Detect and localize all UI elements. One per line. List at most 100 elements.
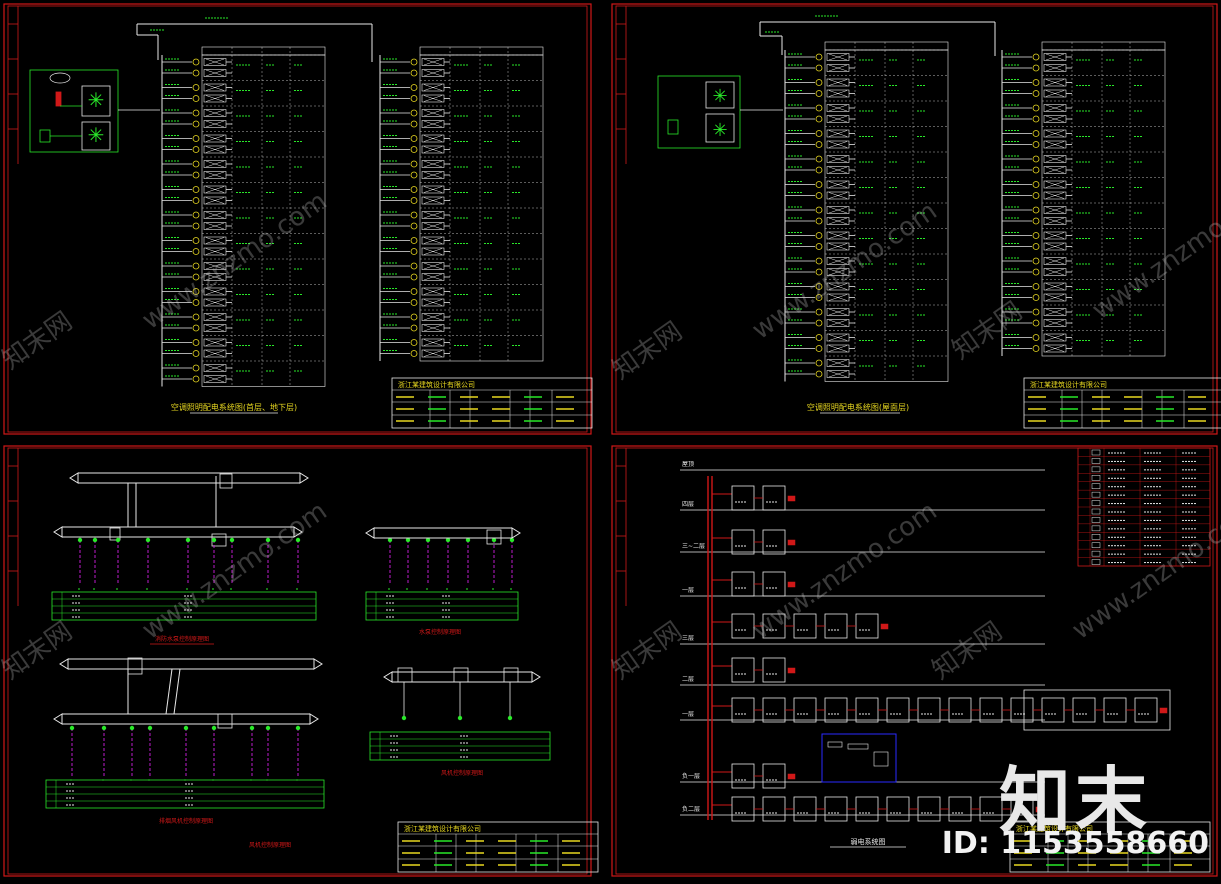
watermark-url: www.znzmo.com <box>137 186 333 336</box>
equipment-cabinet <box>855 697 879 723</box>
equipment-cabinet <box>731 657 755 683</box>
title-block-company: 浙江某建筑设计有限公司 <box>404 824 481 833</box>
breaker-symbol <box>1032 130 1040 137</box>
watermark-brand: 知末网 <box>927 616 1008 685</box>
breaker-symbol <box>1032 308 1040 316</box>
sensor-point <box>147 725 153 731</box>
breaker-symbol <box>410 186 418 193</box>
equipment-cabinet <box>824 796 848 822</box>
equipment-cabinet <box>886 796 910 822</box>
breaker-symbol <box>192 135 200 142</box>
breaker-symbol <box>815 308 823 316</box>
valve-symbol <box>219 473 233 489</box>
floor-label: 一层 <box>682 587 694 594</box>
breaker-symbol <box>410 299 418 306</box>
legend-symbol <box>1091 500 1101 506</box>
control-box <box>39 129 51 143</box>
duct-right-upper <box>365 527 521 539</box>
equipment-cabinet <box>762 796 786 822</box>
sensor-point <box>115 537 121 543</box>
sensor-point <box>129 725 135 731</box>
breaker-symbol <box>192 95 200 102</box>
breaker-symbol <box>410 171 418 179</box>
caption-lower-right: 风机控制原理图 <box>441 769 483 777</box>
equipment-frame <box>657 75 741 149</box>
terminal-block <box>787 667 796 674</box>
schematic-lower-left <box>45 657 325 809</box>
equipment-cabinet <box>731 697 755 723</box>
legend-symbol <box>1091 491 1101 498</box>
breaker-symbol <box>815 155 823 163</box>
breaker-symbol <box>1032 206 1040 214</box>
pipe-arrow <box>309 713 319 725</box>
sheet-caption-bottom-right: 弱电系统图 <box>851 837 886 846</box>
control-room-box <box>821 733 897 783</box>
breaker-symbol <box>410 350 418 357</box>
pipe-arrow <box>53 526 63 538</box>
title-block-top-left: 浙江某建筑设计有限公司 <box>391 377 593 429</box>
equipment-cabinet <box>1134 697 1158 723</box>
rack <box>847 743 869 750</box>
pipe-arrow <box>69 472 79 484</box>
breaker-symbol <box>1032 232 1040 239</box>
breaker-symbol <box>815 370 823 378</box>
terminal-block <box>787 495 796 502</box>
floor-label: 屋顶 <box>682 461 694 468</box>
valve-symbol <box>217 713 233 729</box>
breaker-symbol <box>815 217 823 225</box>
legend-symbol <box>1091 466 1101 473</box>
top-right-feed <box>759 21 996 56</box>
breaker-symbol <box>1032 53 1040 61</box>
title-block-company: 浙江某建筑设计有限公司 <box>1030 380 1107 389</box>
breaker-symbol <box>192 237 200 244</box>
breaker-symbol <box>192 146 200 153</box>
breaker-symbol <box>1032 155 1040 163</box>
breaker-symbol <box>1032 115 1040 123</box>
breaker-symbol <box>410 339 418 346</box>
breaker-symbol <box>192 171 200 179</box>
sheet-caption-top-left: 空调照明配电系统图(首层、地下层) <box>171 402 297 412</box>
breaker-symbol <box>1032 268 1040 276</box>
title-block-company: 浙江某建筑设计有限公司 <box>398 380 475 389</box>
equipment-cabinet <box>1010 697 1034 723</box>
sensor-point <box>211 725 217 731</box>
breaker-symbol <box>1032 345 1040 352</box>
top-left-feed <box>136 23 373 62</box>
breaker-symbol <box>815 192 823 199</box>
pipe-arrow <box>53 713 63 725</box>
breaker-symbol <box>1032 64 1040 72</box>
breaker-symbol <box>815 319 823 327</box>
breaker-symbol <box>1032 294 1040 301</box>
breaker-symbol <box>410 248 418 255</box>
terminal-block <box>1159 707 1168 714</box>
terminal-block <box>787 773 796 780</box>
equipment-cabinet <box>979 697 1003 723</box>
equipment-cabinet <box>917 796 941 822</box>
terminal-block <box>787 581 796 588</box>
watermark-brand: 知末网 <box>607 316 688 385</box>
fan-icon: ✳ <box>712 120 727 141</box>
sensor-point <box>507 715 513 721</box>
breaker-symbol <box>815 90 823 97</box>
breaker-symbol <box>192 84 200 91</box>
watermark-url: www.znzmo.com <box>747 496 943 646</box>
pipe-arrow <box>313 658 323 670</box>
equipment-frame <box>29 69 119 153</box>
watermark-id: ID: 1153558660 <box>941 826 1209 861</box>
floor-label: 四层 <box>682 501 694 508</box>
legend-symbol <box>1091 449 1101 456</box>
sensor-point <box>211 537 217 543</box>
sensor-point <box>69 725 75 731</box>
sensor-point <box>249 725 255 731</box>
breaker-symbol <box>410 160 418 168</box>
title-block-top-right: 浙江某建筑设计有限公司 <box>1023 377 1221 429</box>
legend-symbol <box>1091 483 1101 489</box>
legend-symbol <box>1091 542 1101 548</box>
sensor-point <box>265 725 271 731</box>
breaker-symbol <box>815 115 823 123</box>
breaker-symbol <box>815 79 823 86</box>
breaker-symbol <box>815 345 823 352</box>
pipe-arrow <box>511 527 521 539</box>
duct-lower-lower <box>53 713 319 725</box>
valve-symbol <box>503 667 519 683</box>
